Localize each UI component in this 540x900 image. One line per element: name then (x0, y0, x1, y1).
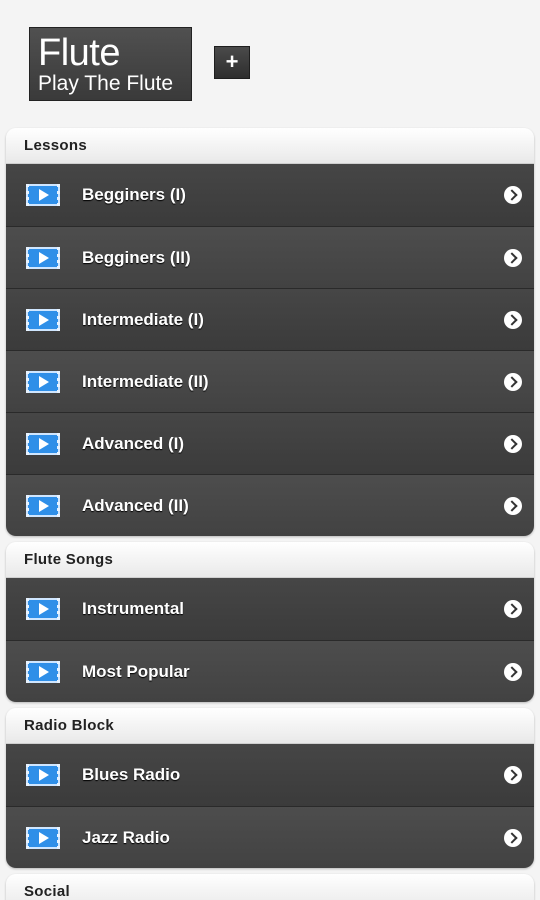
list-item-label: Advanced (II) (82, 495, 189, 515)
video-play-icon (26, 184, 60, 206)
list-item-label: Most Popular (82, 661, 190, 681)
chevron-right-icon (504, 496, 522, 515)
logo-title: Flute (38, 32, 120, 74)
app-logo: Flute Play The Flute (29, 27, 192, 101)
list-item-instrumental[interactable]: Instrumental (6, 578, 534, 640)
list-item-begginers-2[interactable]: Begginers (II) (6, 226, 534, 288)
video-play-icon (26, 826, 60, 849)
list-item-label: Jazz Radio (82, 827, 170, 847)
section-header-social: Social (6, 874, 534, 900)
chevron-right-icon (504, 310, 522, 329)
list-item-blues-radio[interactable]: Blues Radio (6, 744, 534, 806)
logo-subtitle: Play The Flute (38, 72, 174, 95)
video-play-icon (26, 432, 60, 455)
chevron-right-icon (504, 766, 522, 784)
video-play-icon (26, 764, 60, 786)
list-item-label: Blues Radio (82, 765, 181, 784)
chevron-right-icon (504, 434, 522, 453)
list-item-intermediate-1[interactable]: Intermediate (I) (6, 288, 534, 350)
chevron-right-icon (504, 600, 522, 618)
list-item-jazz-radio[interactable]: Jazz Radio (6, 806, 534, 868)
section-social: Social (6, 874, 534, 900)
list-item-advanced-1[interactable]: Advanced (I) (6, 412, 534, 474)
list-item-label: Begginers (II) (82, 247, 191, 267)
chevron-right-icon (504, 372, 522, 391)
video-play-icon (26, 246, 60, 269)
video-play-icon (26, 370, 60, 393)
chevron-right-icon (504, 248, 522, 267)
video-play-icon (26, 308, 60, 331)
section-radio-block: Radio Block Blues Radio Jazz Radio (6, 708, 534, 868)
video-play-icon (26, 598, 60, 620)
chevron-right-icon (504, 186, 522, 204)
list-item-most-popular[interactable]: Most Popular (6, 640, 534, 702)
list-item-begginers-1[interactable]: Begginers (I) (6, 164, 534, 226)
list-item-intermediate-2[interactable]: Intermediate (II) (6, 350, 534, 412)
list-item-label: Advanced (I) (82, 433, 185, 453)
add-button[interactable]: + (214, 46, 250, 79)
app-header: Flute Play The Flute + (0, 0, 540, 128)
list-item-label: Begginers (I) (82, 185, 186, 204)
list-item-advanced-2[interactable]: Advanced (II) (6, 474, 534, 536)
list-item-label: Intermediate (I) (82, 309, 204, 329)
section-header-radio-block: Radio Block (6, 708, 534, 744)
chevron-right-icon (504, 662, 522, 681)
section-lessons: Lessons Begginers (I) Begginers (II) Int… (6, 128, 534, 536)
section-flute-songs: Flute Songs Instrumental Most Popular (6, 542, 534, 702)
section-header-flute-songs: Flute Songs (6, 542, 534, 578)
video-play-icon (26, 660, 60, 683)
video-play-icon (26, 494, 60, 517)
chevron-right-icon (504, 828, 522, 847)
list-item-label: Intermediate (II) (82, 371, 209, 391)
section-header-lessons: Lessons (6, 128, 534, 164)
list-item-label: Instrumental (82, 599, 185, 618)
